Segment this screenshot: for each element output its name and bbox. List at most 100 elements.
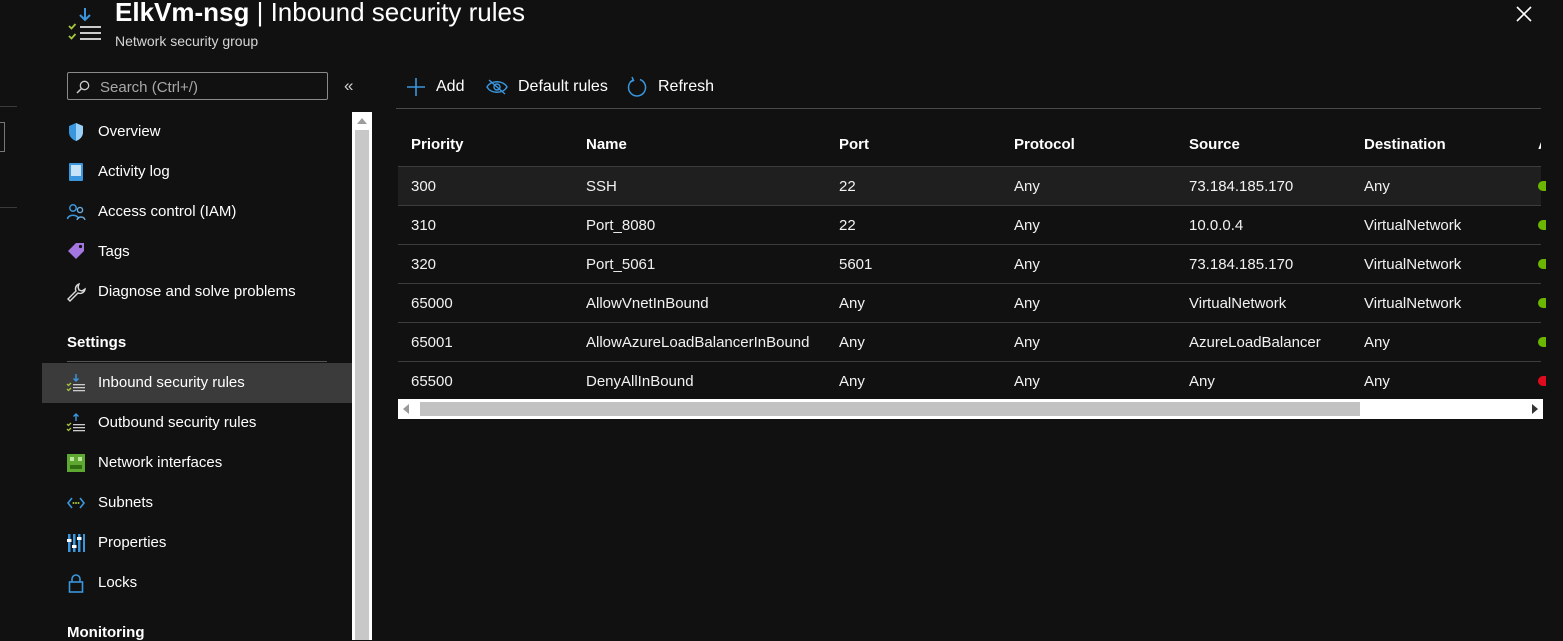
content-pane: Add Default rules Refresh Priority Name … xyxy=(372,62,1563,640)
menu-item-label: Activity log xyxy=(98,163,170,180)
table-row[interactable]: 320 Port_5061 5601 Any 73.184.185.170 Vi… xyxy=(398,244,1546,284)
activity-log-icon xyxy=(69,163,83,181)
name-cell[interactable]: AllowAzureLoadBalancerInBound xyxy=(586,334,809,351)
scroll-right-arrow-icon[interactable] xyxy=(1532,404,1538,414)
search-box[interactable] xyxy=(67,72,328,100)
menu-item-label: Overview xyxy=(98,123,161,140)
menu-item-tags[interactable]: Tags xyxy=(42,232,352,272)
menu-item-label: Outbound security rules xyxy=(98,414,257,431)
menu-item-overview[interactable]: Overview xyxy=(42,112,352,152)
table-row[interactable]: 65001 AllowAzureLoadBalancerInBound Any … xyxy=(398,322,1546,362)
collapse-menu-button[interactable]: « xyxy=(344,77,353,95)
source-cell: 73.184.185.170 xyxy=(1189,256,1294,273)
sidebar-scrollbar[interactable] xyxy=(352,112,372,640)
scrollbar-thumb[interactable] xyxy=(355,130,369,640)
menu-item-diagnose[interactable]: Diagnose and solve problems xyxy=(42,272,352,312)
name-cell[interactable]: Port_8080 xyxy=(586,217,655,234)
scroll-up-arrow-icon[interactable] xyxy=(357,118,367,124)
menu-item-label: Network interfaces xyxy=(98,454,223,471)
name-cell[interactable]: AllowVnetInBound xyxy=(586,295,709,312)
refresh-button[interactable]: Refresh xyxy=(626,76,714,98)
table-row[interactable]: 65000 AllowVnetInBound Any Any VirtualNe… xyxy=(398,283,1546,323)
lock-icon xyxy=(68,574,84,593)
port-cell: 5601 xyxy=(839,256,873,273)
menu-item-inbound-security-rules[interactable]: Inbound security rules xyxy=(42,363,352,403)
divider xyxy=(0,106,17,107)
column-header-protocol[interactable]: Protocol xyxy=(1014,136,1075,153)
table-row[interactable]: 310 Port_8080 22 Any 10.0.0.4 VirtualNet… xyxy=(398,205,1546,245)
column-header-port[interactable]: Port xyxy=(839,136,869,153)
add-button-label: Add xyxy=(436,78,465,95)
section-title-monitoring: Monitoring xyxy=(67,624,145,641)
menu-item-label: Locks xyxy=(98,574,138,591)
menu-item-outbound-security-rules[interactable]: Outbound security rules xyxy=(42,403,352,443)
destination-cell: Any xyxy=(1364,334,1390,351)
menu-item-locks[interactable]: Locks xyxy=(42,563,352,603)
subnet-icon xyxy=(66,497,86,509)
inbound-rules-icon xyxy=(66,374,85,392)
menu-item-label: Tags xyxy=(98,243,130,260)
menu-item-properties[interactable]: Properties xyxy=(42,523,352,563)
column-header-name[interactable]: Name xyxy=(586,136,627,153)
section-title-settings: Settings xyxy=(67,334,127,351)
refresh-icon xyxy=(627,76,647,97)
priority-cell: 300 xyxy=(411,178,437,195)
destination-cell: Any xyxy=(1364,373,1390,390)
scroll-left-arrow-icon[interactable] xyxy=(403,404,409,414)
default-rules-button-label: Default rules xyxy=(518,78,608,95)
protocol-cell: Any xyxy=(1014,178,1040,195)
protocol-cell: Any xyxy=(1014,295,1040,312)
destination-cell: VirtualNetwork xyxy=(1364,217,1462,234)
default-rules-button[interactable]: Default rules xyxy=(486,76,608,98)
column-header-source[interactable]: Source xyxy=(1189,136,1240,153)
background-field xyxy=(0,122,5,152)
table-row[interactable]: 300 SSH 22 Any 73.184.185.170 Any xyxy=(398,166,1546,206)
menu-item-label: Diagnose and solve problems xyxy=(98,283,296,300)
background-blade xyxy=(0,0,42,640)
network-interface-icon xyxy=(67,454,85,472)
column-header-action[interactable]: A xyxy=(1538,136,1541,153)
wrench-icon xyxy=(67,282,86,302)
people-icon xyxy=(66,204,86,221)
source-cell: Any xyxy=(1189,373,1215,390)
close-icon[interactable] xyxy=(1514,4,1534,24)
menu-item-label: Inbound security rules xyxy=(98,374,245,391)
name-cell[interactable]: Port_5061 xyxy=(586,256,655,273)
inbound-rules-icon xyxy=(68,8,101,40)
menu-item-label: Properties xyxy=(98,534,167,551)
divider xyxy=(0,207,17,208)
allow-status-icon xyxy=(1538,220,1546,230)
menu-item-subnets[interactable]: Subnets xyxy=(42,483,352,523)
column-header-priority[interactable]: Priority xyxy=(411,136,464,153)
table-horizontal-scrollbar[interactable] xyxy=(398,399,1543,419)
priority-cell: 65000 xyxy=(411,295,453,312)
hide-eye-icon xyxy=(486,79,508,95)
name-cell[interactable]: DenyAllInBound xyxy=(586,373,694,390)
source-cell: 10.0.0.4 xyxy=(1189,217,1244,234)
menu-item-activity-log[interactable]: Activity log xyxy=(42,152,352,192)
source-cell: 73.184.185.170 xyxy=(1189,178,1294,195)
page-title: ElkVm-nsg | Inbound security rules xyxy=(115,0,525,27)
menu-item-network-interfaces[interactable]: Network interfaces xyxy=(42,443,352,483)
port-cell: Any xyxy=(839,334,865,351)
protocol-cell: Any xyxy=(1014,373,1040,390)
add-button[interactable]: Add xyxy=(406,76,464,98)
scrollbar-thumb[interactable] xyxy=(420,402,1360,416)
blade-header: ElkVm-nsg | Inbound security rules Netwo… xyxy=(42,0,1563,62)
name-cell[interactable]: SSH xyxy=(586,178,617,195)
page-subtitle: Network security group xyxy=(115,33,259,49)
priority-cell: 310 xyxy=(411,217,437,234)
command-bar: Add Default rules Refresh xyxy=(396,62,1541,109)
menu-item-label: Subnets xyxy=(98,494,154,511)
port-cell: 22 xyxy=(839,217,856,234)
port-cell: Any xyxy=(839,373,865,390)
table-row[interactable]: 65500 DenyAllInBound Any Any Any Any xyxy=(398,361,1546,401)
port-cell: 22 xyxy=(839,178,856,195)
column-header-destination[interactable]: Destination xyxy=(1364,136,1446,153)
shield-icon xyxy=(69,123,83,141)
search-input[interactable] xyxy=(98,75,327,99)
plus-icon xyxy=(407,78,425,96)
allow-status-icon xyxy=(1538,181,1546,191)
resource-menu: « Overview Activity log Access control (… xyxy=(42,62,372,641)
menu-item-access-control[interactable]: Access control (IAM) xyxy=(42,192,352,232)
